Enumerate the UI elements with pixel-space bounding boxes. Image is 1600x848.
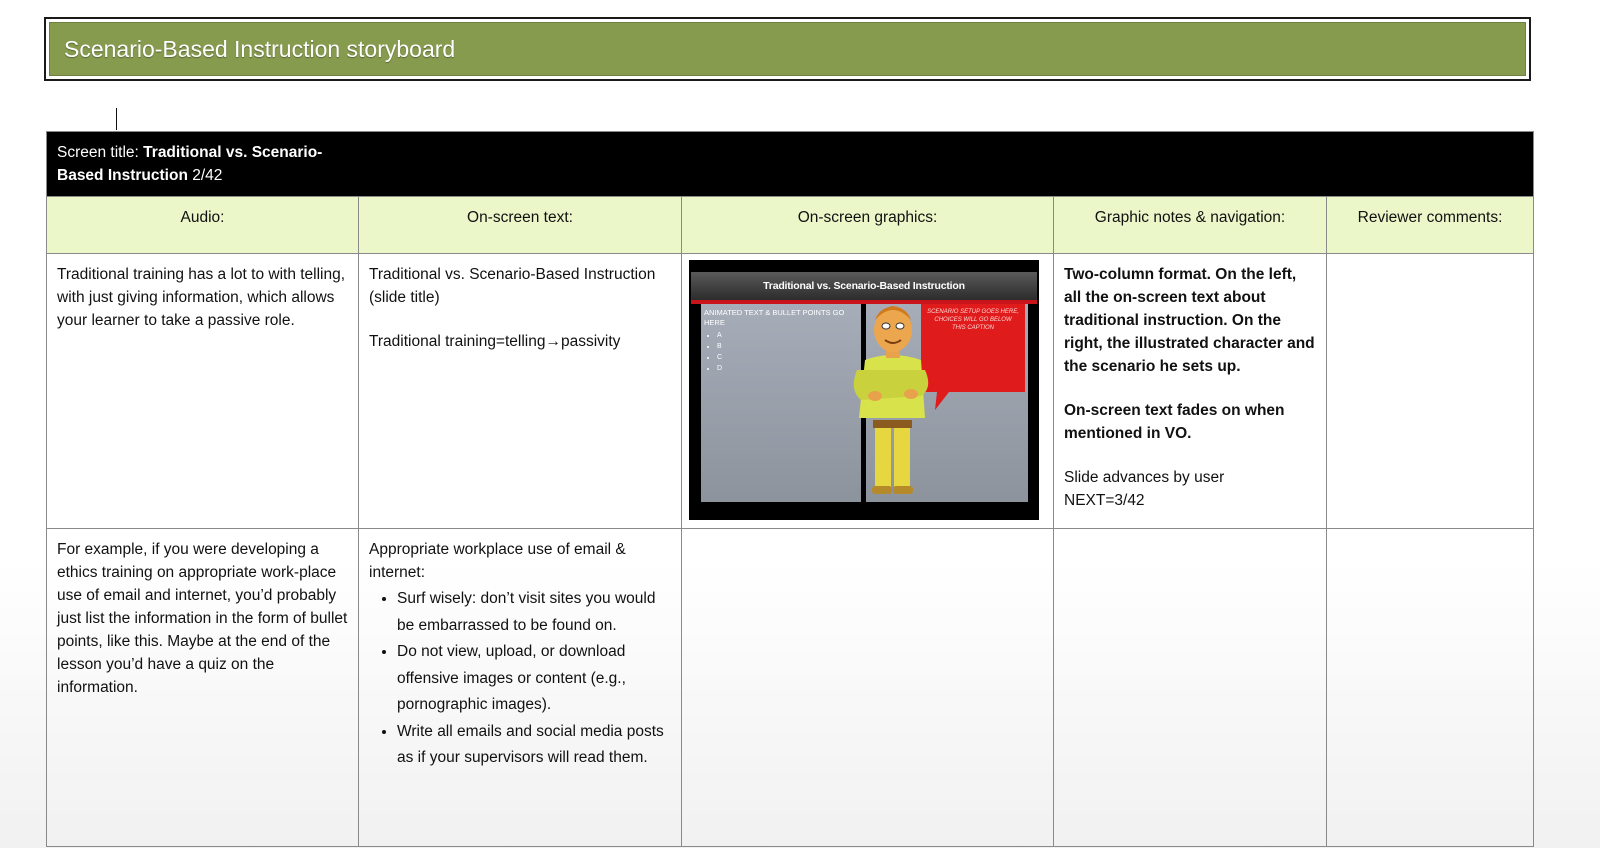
reviewer-comments-cell[interactable] <box>1325 253 1535 529</box>
column-header-onscreen-graphics: On-screen graphics: <box>681 196 1054 254</box>
graphic-notes-text: Two-column format. On the left, all the … <box>1064 266 1315 375</box>
onscreen-graphics-cell[interactable]: Traditional vs. Scenario-Based Instructi… <box>681 253 1054 529</box>
onscreen-text-cell[interactable]: Traditional vs. Scenario-Based Instructi… <box>358 253 682 529</box>
screen-title-row: Screen title: Traditional vs. Scenario- … <box>45 131 1535 197</box>
table-row: For example, if you were developing a et… <box>46 528 1535 847</box>
audio-cell[interactable]: Traditional training has a lot to with t… <box>46 253 359 529</box>
onscreen-text-line: Traditional vs. Scenario-Based Instructi… <box>369 266 656 306</box>
speech-bubble-text: SCENARIO SETUP GOES HERE, CHOICES WILL G… <box>927 309 1019 331</box>
onscreen-bullet-list: Surf wisely: don’t visit sites you would… <box>369 586 671 772</box>
onscreen-graphics-cell[interactable] <box>681 528 1054 847</box>
graphic-notes-cell[interactable]: Two-column format. On the left, all the … <box>1053 253 1327 529</box>
screen-title-cell[interactable]: Screen title: Traditional vs. Scenario- … <box>45 131 1535 197</box>
column-header-onscreen-text: On-screen text: <box>358 196 682 254</box>
onscreen-text-intro: Appropriate workplace use of email & int… <box>369 541 626 581</box>
list-item: Write all emails and social media posts … <box>397 719 671 772</box>
storyboard-header: Scenario-Based Instruction storyboard <box>44 17 1531 81</box>
slide-thumbnail: Traditional vs. Scenario-Based Instructi… <box>689 260 1039 520</box>
illustrated-character <box>853 304 1025 494</box>
list-item: Do not view, upload, or download offensi… <box>397 639 671 719</box>
screen-title-line2: Based Instruction <box>57 167 188 184</box>
column-header-graphic-notes: Graphic notes & navigation: <box>1053 196 1327 254</box>
reviewer-comments-cell[interactable] <box>1325 528 1535 847</box>
screen-title-label: Screen title: <box>57 144 139 161</box>
column-header-row: Audio: On-screen text: On-screen graphic… <box>46 196 1535 254</box>
audio-cell[interactable]: For example, if you were developing a et… <box>46 528 359 847</box>
navigation-next: NEXT=3/42 <box>1064 492 1145 509</box>
screen-counter: 2/42 <box>192 167 223 184</box>
screen-title-line1: Traditional vs. Scenario- <box>143 144 323 161</box>
onscreen-text-line: Traditional training=telling→passivity <box>369 333 621 350</box>
text-cursor <box>116 108 117 130</box>
storyboard-table: Screen title: Traditional vs. Scenario- … <box>45 131 1535 847</box>
navigation-note: Slide advances by user <box>1064 469 1225 486</box>
column-header-audio: Audio: <box>46 196 359 254</box>
list-item: Surf wisely: don’t visit sites you would… <box>397 586 671 639</box>
onscreen-text-cell[interactable]: Appropriate workplace use of email & int… <box>358 528 682 847</box>
storyboard-title: Scenario-Based Instruction storyboard <box>49 22 1526 76</box>
graphic-notes-cell[interactable] <box>1053 528 1327 847</box>
column-header-reviewer-comments: Reviewer comments: <box>1325 196 1535 254</box>
table-row: Traditional training has a lot to with t… <box>46 253 1535 529</box>
graphic-notes-text: On-screen text fades on when mentioned i… <box>1064 402 1285 442</box>
